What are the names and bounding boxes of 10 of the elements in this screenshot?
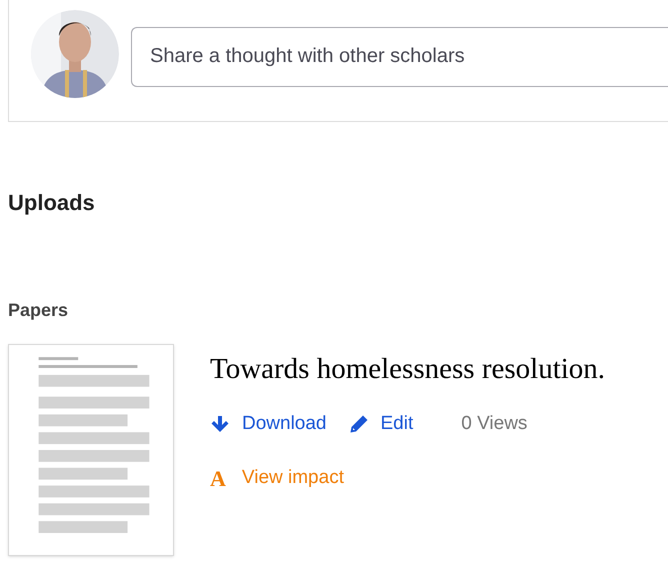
pencil-icon [348, 414, 368, 434]
impact-letter-icon: A [210, 462, 226, 495]
share-thought-field[interactable]: Share a thought with other scholars [131, 26, 668, 86]
paper-title[interactable]: Towards homelessness resolution. [210, 348, 606, 392]
download-link[interactable]: Download [210, 410, 326, 438]
download-arrow-icon [210, 414, 230, 434]
views-count: 0 Views [461, 412, 528, 436]
edit-link[interactable]: Edit [348, 410, 414, 438]
uploads-heading: Uploads [8, 189, 96, 217]
papers-heading: Papers [8, 299, 70, 322]
